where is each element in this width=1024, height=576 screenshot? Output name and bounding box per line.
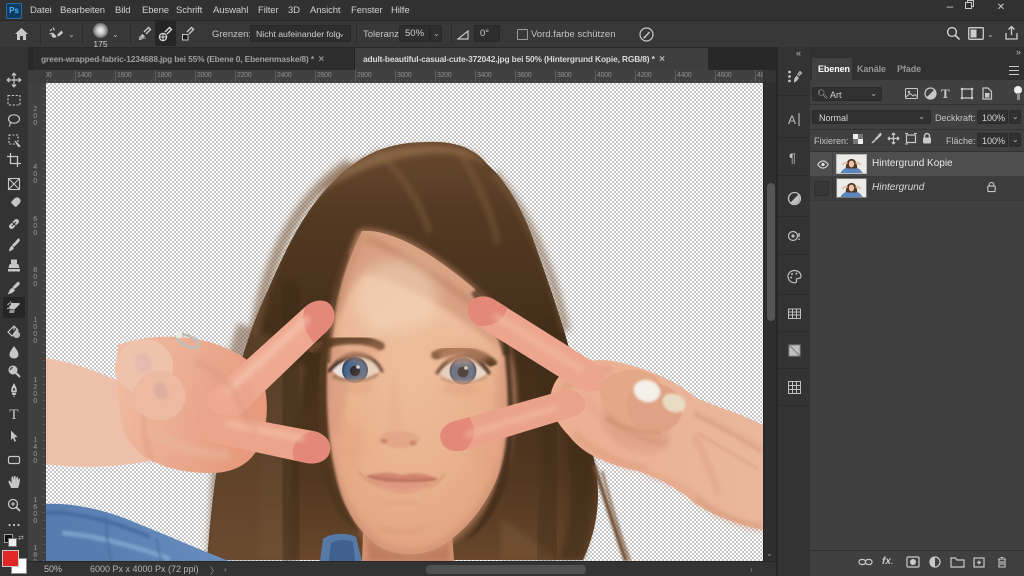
svg-text:T: T [9,407,18,422]
